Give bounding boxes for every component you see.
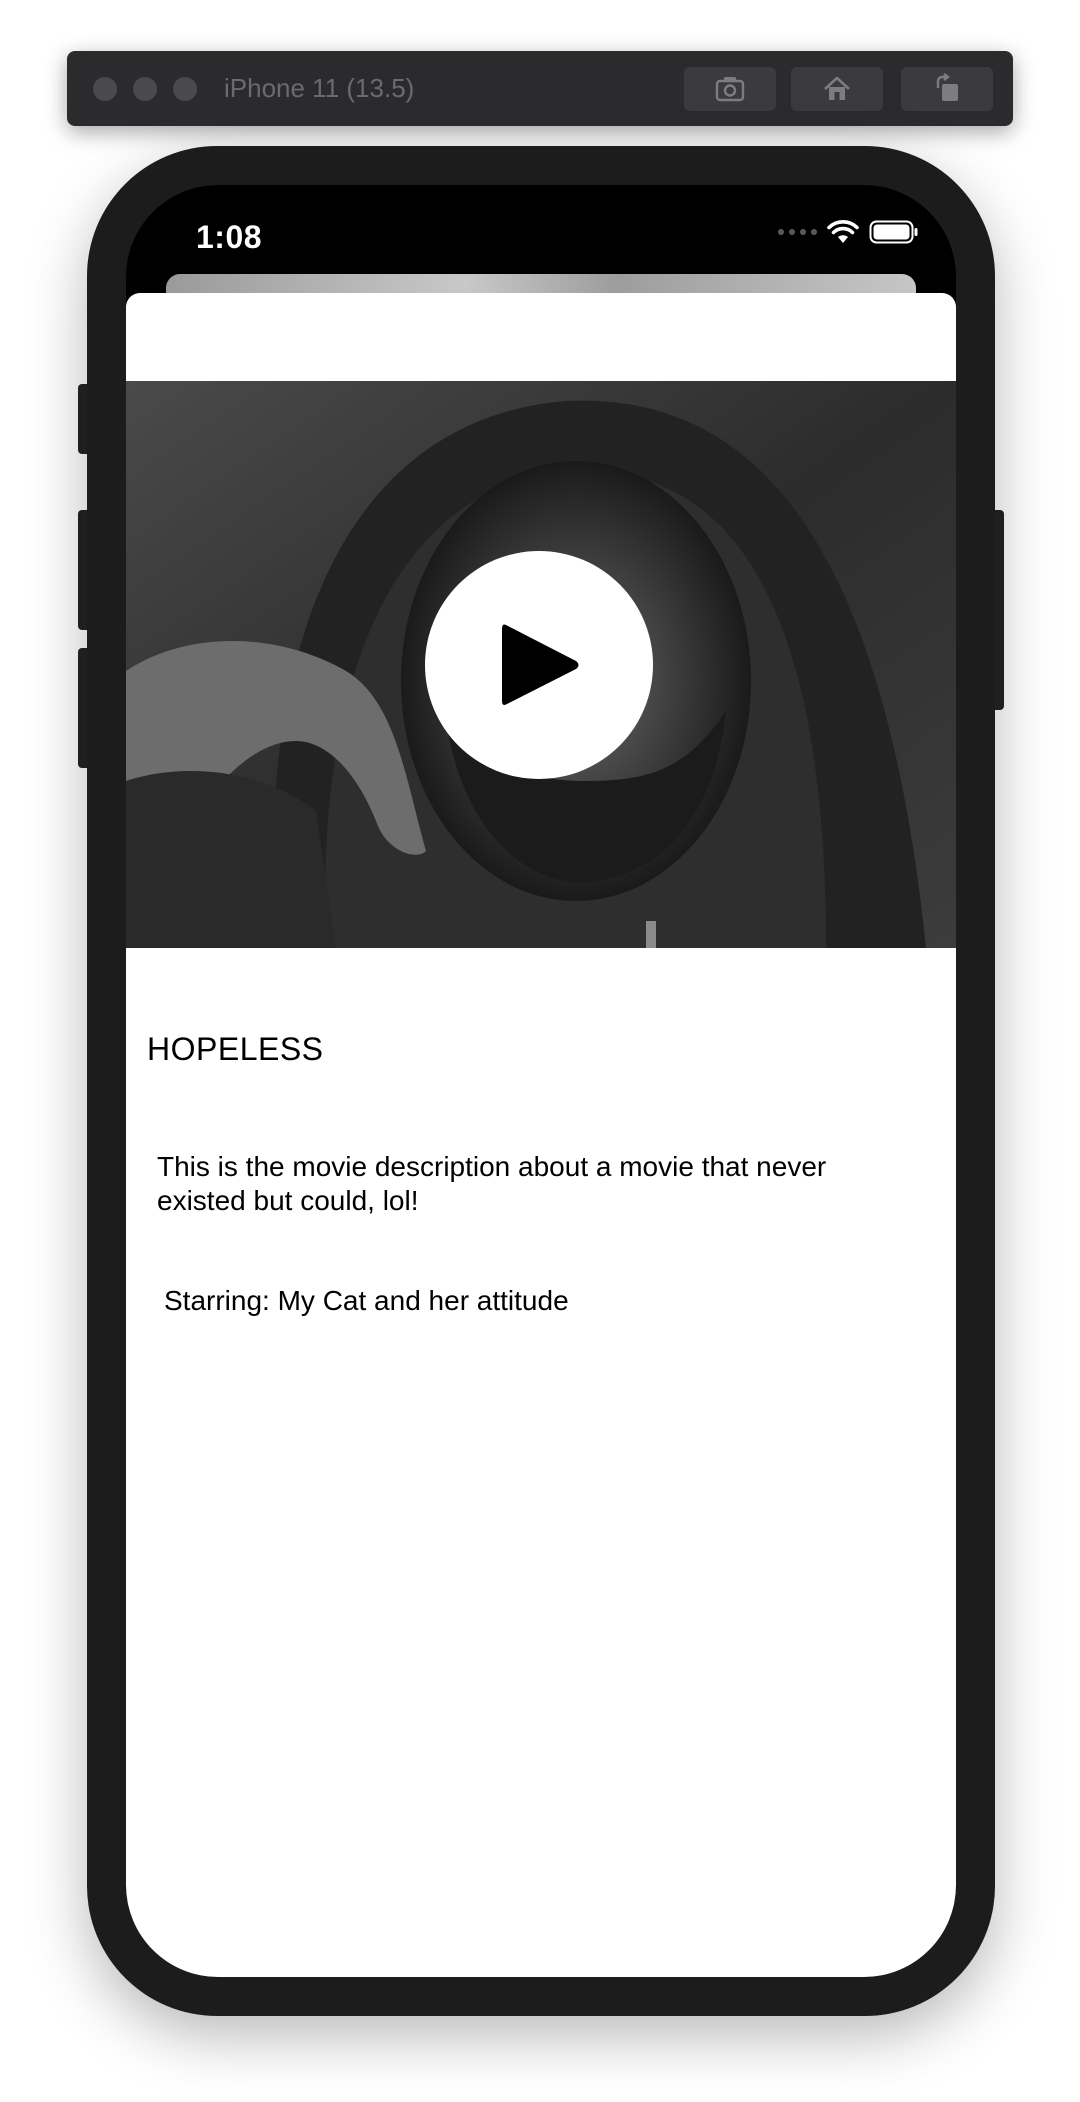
minimize-window-button[interactable]: [133, 77, 157, 101]
simulator-toolbar: iPhone 11 (13.5): [67, 51, 1013, 126]
movie-cast: Starring: My Cat and her attitude: [164, 1285, 569, 1316]
video-player[interactable]: [126, 381, 956, 948]
home-button[interactable]: [791, 67, 883, 111]
battery-icon: [869, 220, 918, 244]
play-button[interactable]: [425, 551, 653, 779]
screenshot-button[interactable]: [684, 67, 776, 111]
wifi-icon: [827, 220, 859, 243]
rotate-button[interactable]: [901, 67, 993, 111]
status-icons: [778, 219, 919, 245]
play-icon: [502, 624, 579, 705]
home-icon: [824, 76, 850, 100]
simulator-title: iPhone 11 (13.5): [224, 73, 415, 103]
stage: iPhone 11 (13.5) 1:08 HOPELESS This is t…: [0, 0, 1080, 2102]
camera-icon: [715, 77, 745, 102]
notch: [309, 185, 773, 251]
movie-title: HOPELESS: [147, 1031, 324, 1067]
movie-description: This is the movie description about a mo…: [157, 1151, 827, 1216]
phone-screen: 1:08 HOPELESS This is the movie descript…: [126, 185, 956, 1977]
rotate-icon: [936, 73, 958, 101]
cellular-signal-icon: [778, 229, 817, 235]
movie-detail-sheet: HOPELESS This is the movie description a…: [126, 293, 956, 1977]
status-time: 1:08: [196, 219, 263, 255]
close-window-button[interactable]: [93, 77, 117, 101]
zoom-window-button[interactable]: [173, 77, 197, 101]
phone-frame: 1:08 HOPELESS This is the movie descript…: [87, 146, 995, 2016]
